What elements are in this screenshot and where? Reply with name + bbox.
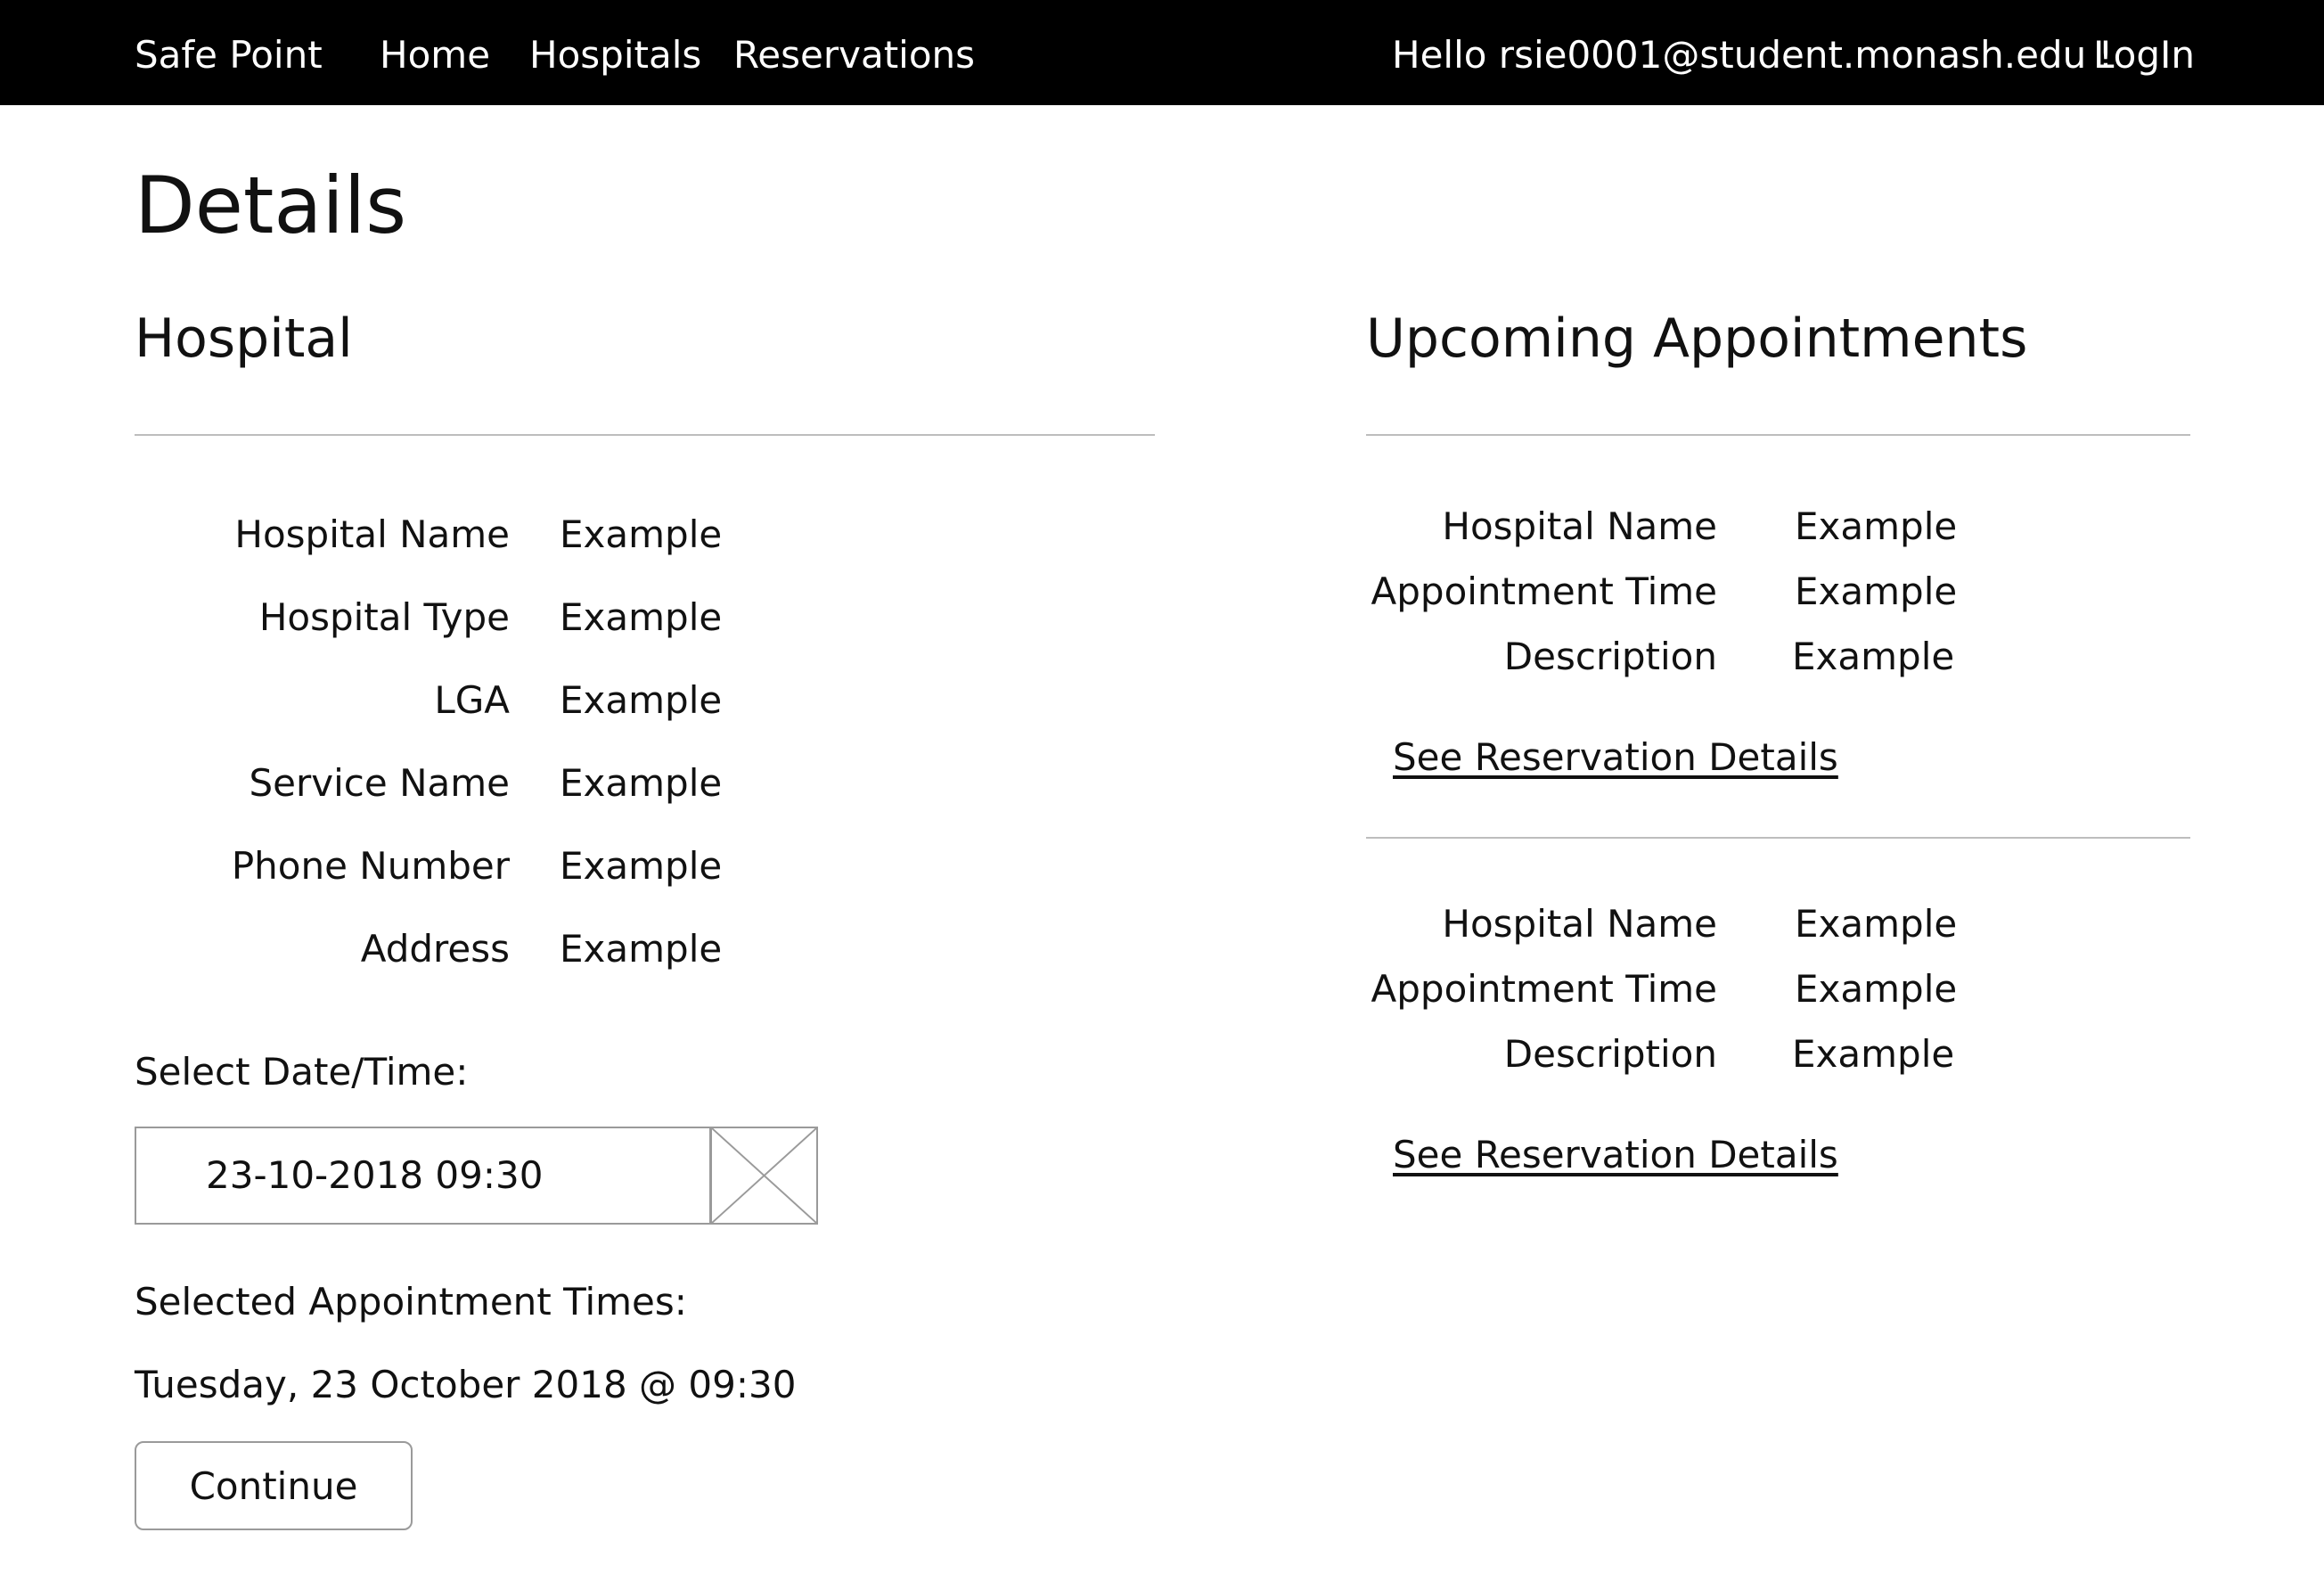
select-date-label: Select Date/Time: [135, 1050, 469, 1094]
appt-description-label: Description [1503, 635, 1717, 678]
service-name-value: Example [560, 761, 723, 805]
appointment-field-row: Appointment Time Example [1366, 963, 2257, 1016]
hospital-type-label: Hospital Type [258, 595, 510, 639]
user-greeting-link[interactable]: Hello rsie0001@student.monash.edu ! [1392, 0, 2113, 105]
appt-description-value: Example [1792, 1032, 1955, 1076]
hospital-type-value: Example [560, 595, 723, 639]
continue-button[interactable]: Continue [135, 1441, 413, 1530]
appointment-field-row: Description Example [1366, 630, 2257, 684]
nav-home-link[interactable]: Home [380, 0, 490, 105]
hospital-name-value: Example [560, 512, 723, 556]
appt-time-label: Appointment Time [1371, 570, 1717, 613]
phone-number-label: Phone Number [231, 844, 510, 888]
upcoming-divider [1366, 434, 2190, 436]
hospital-divider [135, 434, 1155, 436]
brand-link[interactable]: Safe Point [135, 0, 323, 105]
hospital-field-row: Phone Number Example [0, 840, 1158, 893]
login-link[interactable]: LogIn [2093, 0, 2195, 105]
hospital-field-row: Hospital Name Example [0, 508, 1158, 561]
page-title: Details [135, 160, 407, 251]
appt-time-label: Appointment Time [1371, 967, 1717, 1011]
hospital-name-label: Hospital Name [234, 512, 510, 556]
appt-hospital-name-value: Example [1795, 504, 1958, 548]
address-label: Address [360, 927, 510, 971]
address-value: Example [560, 927, 723, 971]
top-navbar: Safe Point Home Hospitals Reservations H… [0, 0, 2324, 105]
appointment-field-row: Appointment Time Example [1366, 565, 2257, 619]
appt-time-value: Example [1795, 570, 1958, 613]
hospital-field-row: LGA Example [0, 674, 1158, 727]
lga-label: LGA [434, 678, 510, 722]
nav-hospitals-link[interactable]: Hospitals [529, 0, 701, 105]
selected-time-value: Tuesday, 23 October 2018 @ 09:30 [135, 1363, 797, 1406]
appt-time-value: Example [1795, 967, 1958, 1011]
date-time-input[interactable]: 23-10-2018 09:30 [135, 1127, 711, 1225]
appointment-divider [1366, 837, 2190, 839]
hospital-field-row: Service Name Example [0, 757, 1158, 810]
see-reservation-details-link[interactable]: See Reservation Details [1393, 1128, 1838, 1182]
appt-description-value: Example [1792, 635, 1955, 678]
lga-value: Example [560, 678, 723, 722]
appointment-field-row: Hospital Name Example [1366, 500, 2257, 553]
upcoming-section-title: Upcoming Appointments [1366, 307, 2028, 370]
nav-reservations-link[interactable]: Reservations [733, 0, 975, 105]
appt-hospital-name-label: Hospital Name [1442, 902, 1717, 946]
appointment-field-row: Description Example [1366, 1028, 2257, 1081]
see-reservation-details-link[interactable]: See Reservation Details [1393, 731, 1838, 784]
service-name-label: Service Name [249, 761, 510, 805]
calendar-picker-icon[interactable] [710, 1127, 818, 1225]
hospital-field-row: Hospital Type Example [0, 591, 1158, 644]
selected-times-label: Selected Appointment Times: [135, 1280, 687, 1324]
appt-hospital-name-value: Example [1795, 902, 1958, 946]
phone-number-value: Example [560, 844, 723, 888]
appt-description-label: Description [1503, 1032, 1717, 1076]
hospital-section-title: Hospital [135, 307, 353, 370]
appt-hospital-name-label: Hospital Name [1442, 504, 1717, 548]
appointment-field-row: Hospital Name Example [1366, 897, 2257, 951]
hospital-field-row: Address Example [0, 922, 1158, 976]
